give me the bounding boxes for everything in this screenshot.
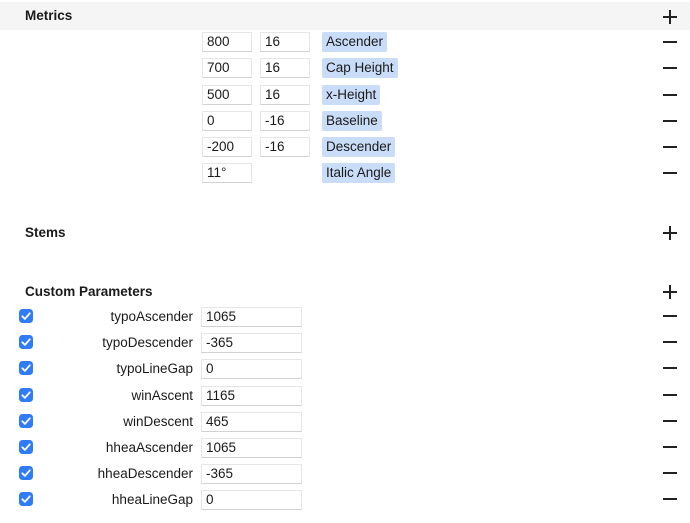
metric-row: 11° Italic Angle — [0, 163, 690, 187]
metric-value-field[interactable]: 0 — [202, 111, 252, 131]
parameter-value-field[interactable]: 0 — [201, 359, 302, 379]
metric-row: 0 -16 Baseline — [0, 111, 690, 135]
checkmark-icon — [21, 417, 31, 425]
remove-parameter-minus-icon[interactable] — [662, 361, 678, 375]
metric-value-field[interactable]: 11° — [202, 163, 252, 183]
metric-row: 500 16 x-Height — [0, 85, 690, 109]
metric-overshoot-field[interactable]: -16 — [260, 111, 310, 131]
parameter-row: hheaDescender -365 — [0, 464, 690, 488]
remove-metric-minus-icon[interactable] — [662, 88, 678, 102]
parameter-enabled-checkbox[interactable] — [19, 388, 33, 402]
stems-section-title: Stems — [25, 225, 66, 240]
parameter-row: hheaAscender 1065 — [0, 438, 690, 462]
metric-row: 800 16 Ascender — [0, 32, 690, 56]
metric-name-tag: Cap Height — [322, 58, 398, 78]
parameter-row: typoLineGap 0 — [0, 359, 690, 383]
parameter-row: winAscent 1165 — [0, 386, 690, 410]
checkmark-icon — [21, 338, 31, 346]
parameter-name: hheaAscender — [105, 440, 193, 455]
parameter-value-field[interactable]: -365 — [201, 333, 302, 353]
remove-metric-minus-icon[interactable] — [662, 35, 678, 49]
metric-name-tag: Baseline — [322, 111, 382, 131]
remove-metric-minus-icon[interactable] — [662, 166, 678, 180]
parameter-value-field[interactable]: 1165 — [201, 386, 302, 406]
parameter-name: winAscent — [131, 388, 193, 403]
parameter-row: winDescent 465 — [0, 412, 690, 436]
metric-row: 700 16 Cap Height — [0, 58, 690, 82]
metric-name-tag: x-Height — [322, 85, 381, 105]
add-parameter-plus-icon[interactable] — [662, 284, 678, 300]
checkmark-icon — [21, 364, 31, 372]
parameter-value-field[interactable]: 1065 — [201, 307, 302, 327]
parameter-enabled-checkbox[interactable] — [19, 492, 33, 506]
custom-parameters-section-title: Custom Parameters — [25, 284, 153, 299]
parameter-name: typoLineGap — [116, 361, 193, 376]
metric-overshoot-field[interactable]: 16 — [260, 58, 310, 78]
parameter-name: winDescent — [123, 414, 193, 429]
remove-parameter-minus-icon[interactable] — [662, 466, 678, 480]
metrics-section-title: Metrics — [25, 8, 73, 23]
metric-name-tag: Italic Angle — [322, 163, 396, 183]
metric-name-tag: Ascender — [322, 32, 388, 52]
parameter-enabled-checkbox[interactable] — [19, 361, 33, 375]
parameter-row: hheaLineGap 0 — [0, 490, 690, 514]
add-stem-plus-icon[interactable] — [662, 225, 678, 241]
metric-value-field[interactable]: 800 — [202, 32, 252, 52]
parameter-value-field[interactable]: 465 — [201, 412, 302, 432]
parameter-name: hheaLineGap — [111, 492, 193, 507]
remove-parameter-minus-icon[interactable] — [662, 388, 678, 402]
metric-overshoot-field[interactable]: 16 — [260, 85, 310, 105]
checkmark-icon — [21, 495, 31, 503]
parameter-value-field[interactable]: 1065 — [201, 438, 302, 458]
metric-value-field[interactable]: 500 — [202, 85, 252, 105]
metrics-section-header: Metrics — [0, 2, 690, 30]
parameter-enabled-checkbox[interactable] — [19, 440, 33, 454]
metric-value-field[interactable]: -200 — [202, 137, 252, 157]
metric-row: -200 -16 Descender — [0, 137, 690, 161]
checkmark-icon — [21, 443, 31, 451]
checkmark-icon — [21, 312, 31, 320]
parameter-value-field[interactable]: 0 — [201, 490, 302, 510]
metric-value-field[interactable]: 700 — [202, 58, 252, 78]
parameter-enabled-checkbox[interactable] — [19, 335, 33, 349]
parameter-enabled-checkbox[interactable] — [19, 466, 33, 480]
metric-overshoot-field[interactable]: -16 — [260, 137, 310, 157]
remove-parameter-minus-icon[interactable] — [662, 335, 678, 349]
parameter-name: hheaDescender — [97, 466, 193, 481]
remove-parameter-minus-icon[interactable] — [662, 309, 678, 323]
stems-section-header: Stems — [0, 220, 690, 248]
remove-metric-minus-icon[interactable] — [662, 140, 678, 154]
custom-parameters-section-header: Custom Parameters — [0, 280, 690, 308]
parameter-value-field[interactable]: -365 — [201, 464, 302, 484]
add-metric-plus-icon[interactable] — [662, 9, 678, 25]
checkmark-icon — [21, 469, 31, 477]
remove-metric-minus-icon[interactable] — [662, 114, 678, 128]
remove-parameter-minus-icon[interactable] — [662, 492, 678, 506]
remove-parameter-minus-icon[interactable] — [662, 414, 678, 428]
parameter-row: typoAscender 1065 — [0, 307, 690, 331]
checkmark-icon — [21, 391, 31, 399]
parameter-name: typoAscender — [110, 309, 193, 324]
metric-overshoot-field[interactable]: 16 — [260, 32, 310, 52]
parameter-row: typoDescender -365 — [0, 333, 690, 357]
parameter-name: typoDescender — [102, 335, 193, 350]
parameter-enabled-checkbox[interactable] — [19, 414, 33, 428]
metric-name-tag: Descender — [322, 137, 396, 157]
parameter-enabled-checkbox[interactable] — [19, 309, 33, 323]
remove-parameter-minus-icon[interactable] — [662, 440, 678, 454]
remove-metric-minus-icon[interactable] — [662, 61, 678, 75]
